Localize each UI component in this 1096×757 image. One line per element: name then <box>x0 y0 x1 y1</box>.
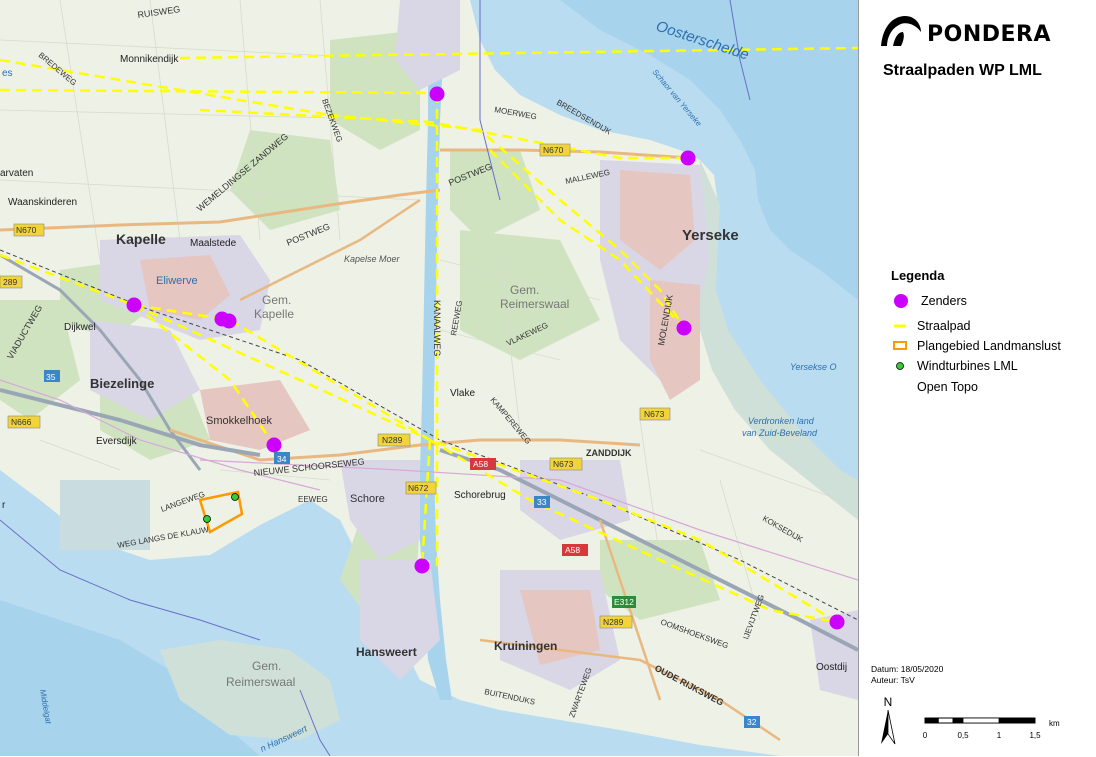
place-label: Kapelle <box>116 231 166 247</box>
transmitter-point[interactable] <box>676 320 692 336</box>
road-shield-label: N672 <box>408 483 429 493</box>
yellow-dash-icon <box>891 317 915 335</box>
wind-turbine-point[interactable] <box>203 515 211 523</box>
logo-mark <box>881 16 921 46</box>
road-shield-label: E312 <box>614 597 634 607</box>
map-title: Straalpaden WP LML <box>883 62 1042 79</box>
scale-unit: km <box>1049 719 1060 728</box>
legend-label: Zenders <box>921 294 967 308</box>
place-label: Dijkwel <box>64 322 96 333</box>
road-shield-label: N289 <box>382 435 403 445</box>
north-arrow-icon: N <box>877 694 899 746</box>
municipality-label: Gem. <box>510 283 539 297</box>
transmitter-point[interactable] <box>414 558 430 574</box>
road-label: EEWEG <box>298 495 328 504</box>
scale-tick: 1 <box>997 731 1002 740</box>
scale-bar: 0 0,5 1 1,5 km <box>923 716 1093 752</box>
road-shield-label: 289 <box>3 277 17 287</box>
place-label: Schore <box>350 493 385 505</box>
road-shield-label: N670 <box>16 225 37 235</box>
wind-turbine-point[interactable] <box>231 493 239 501</box>
place-label: Kapelse Moer <box>344 254 401 264</box>
municipality-label: Gem. <box>262 293 291 307</box>
place-label: es <box>2 68 13 79</box>
road-label: ZANDDIJK <box>586 448 632 458</box>
transmitter-point[interactable] <box>126 297 142 313</box>
municipality-label: Reimerswaal <box>500 297 569 311</box>
road-label: KANAALWEG <box>432 300 442 356</box>
map-canvas[interactable]: RUISWEG Monnikendijk Oosterschelde Schao… <box>0 0 858 756</box>
road-shield-label: N673 <box>553 459 574 469</box>
place-label: Yerseke <box>682 227 739 244</box>
road-shield-label: 34 <box>277 454 287 464</box>
scale-tick: 1,5 <box>1029 731 1041 740</box>
place-label: Eversdijk <box>96 436 138 447</box>
pondera-logo: PONDERA <box>879 8 1089 52</box>
place-label: Vlake <box>450 388 475 399</box>
transmitter-point[interactable] <box>680 150 696 166</box>
green-dot-icon <box>891 357 915 375</box>
legend-label: Open Topo <box>917 380 978 394</box>
legend-title: Legenda <box>891 268 945 283</box>
legend-item-open-topo: Open Topo <box>891 378 978 396</box>
place-label: Hansweert <box>356 645 417 659</box>
place-label: Biezelinge <box>90 376 154 391</box>
map-date: Datum: 18/05/2020 <box>871 664 944 674</box>
legend-item-windturbines: Windturbines LML <box>891 357 1018 375</box>
legend-item-straalpad: Straalpad <box>891 317 971 335</box>
legend-label: Straalpad <box>917 319 971 333</box>
municipality-label: Gem. <box>252 659 281 673</box>
municipality-label: Reimerswaal <box>226 675 295 689</box>
map-author: Auteur: TsV <box>871 675 915 685</box>
scale-tick: 0 <box>923 731 928 740</box>
legend-panel: PONDERA Straalpaden WP LML Legenda Zende… <box>858 0 1096 756</box>
place-label: Oostdij <box>816 662 847 673</box>
logo-text: PONDERA <box>927 22 1051 47</box>
place-label: Maalstede <box>190 238 237 249</box>
road-shield-label: 35 <box>46 372 56 382</box>
road-shield-label: 33 <box>537 497 547 507</box>
transmitter-point[interactable] <box>429 86 445 102</box>
legend-item-plangebied: Plangebied Landmanslust <box>891 337 1061 355</box>
orange-box-icon <box>891 337 915 355</box>
north-label: N <box>884 695 893 709</box>
legend-label: Plangebied Landmanslust <box>917 339 1061 353</box>
transmitter-point[interactable] <box>266 437 282 453</box>
magenta-dot-icon <box>891 292 915 310</box>
road-shield-label: A58 <box>473 459 488 469</box>
place-label: Smokkelhoek <box>206 415 273 427</box>
road-shield-label: A58 <box>565 545 580 555</box>
legend-item-zenders: Zenders <box>891 292 967 310</box>
transmitter-point[interactable] <box>829 614 845 630</box>
road-shield-label: N670 <box>543 145 564 155</box>
place-label: Kruiningen <box>494 639 557 653</box>
place-label: Eliwerve <box>156 275 198 287</box>
road-shield-label: N673 <box>644 409 665 419</box>
place-label: Waanskinderen <box>8 197 77 208</box>
water-label: Yersekse O <box>790 362 837 372</box>
water-label: Verdronken land <box>748 416 815 426</box>
water-label: van Zuid-Beveland <box>742 428 818 438</box>
road-shield-label: N289 <box>603 617 624 627</box>
road-shield-label: N666 <box>11 417 32 427</box>
transmitter-point[interactable] <box>221 313 237 329</box>
legend-label: Windturbines LML <box>917 359 1018 373</box>
road-shield-label: 32 <box>747 717 757 727</box>
place-label: Schorebrug <box>454 490 506 501</box>
place-label: Monnikendijk <box>120 54 179 65</box>
scale-tick: 0,5 <box>957 731 969 740</box>
place-label: arvaten <box>0 168 33 179</box>
municipality-label: Kapelle <box>254 307 294 321</box>
